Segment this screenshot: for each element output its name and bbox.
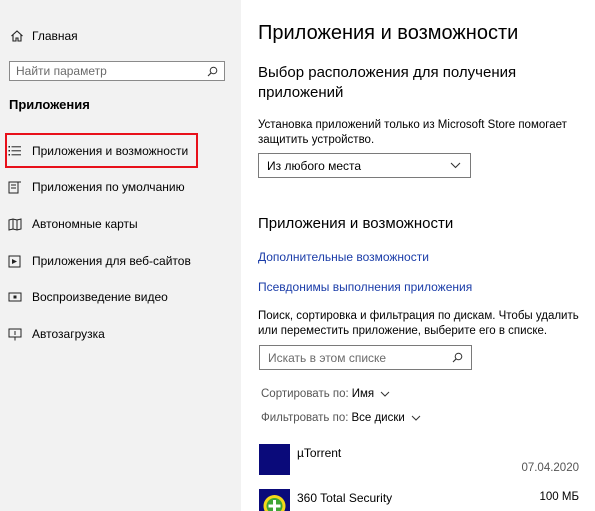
- optional-features-link[interactable]: Дополнительные возможности: [258, 250, 429, 264]
- filter-by-control[interactable]: Фильтровать по: Все диски: [261, 412, 421, 424]
- home-link[interactable]: Главная: [10, 26, 230, 46]
- settings-search-input[interactable]: [16, 64, 204, 78]
- sidebar-item-label: Приложения и возможности: [32, 144, 189, 158]
- app-size: 100 МБ: [539, 491, 579, 503]
- list-icon: [8, 145, 26, 157]
- home-label: Главная: [32, 29, 78, 43]
- app-execution-aliases-link[interactable]: Псевдонимы выполнения приложения: [258, 280, 472, 294]
- apps-features-heading: Приложения и возможности: [258, 215, 454, 232]
- location-description: Установка приложений только из Microsoft…: [258, 119, 567, 146]
- chevron-down-icon: [380, 391, 390, 397]
- filter-label: Фильтровать по:: [261, 412, 349, 424]
- sidebar-item-startup[interactable]: Автозагрузка: [8, 324, 233, 344]
- app-install-date: 07.04.2020: [521, 462, 579, 474]
- filter-value: Все диски: [351, 412, 405, 424]
- sidebar-item-label: Приложения для веб-сайтов: [32, 254, 191, 268]
- sort-by-control[interactable]: Сортировать по: Имя: [261, 388, 390, 400]
- sidebar-item-apps-features[interactable]: Приложения и возможности: [8, 141, 233, 161]
- sidebar-item-label: Автономные карты: [32, 217, 138, 231]
- search-icon[interactable]: [204, 66, 218, 77]
- app-list-search-box[interactable]: [259, 345, 472, 370]
- sidebar-item-label: Автозагрузка: [32, 327, 105, 341]
- search-description: Поиск, сортировка и фильтрация по дискам…: [258, 310, 579, 337]
- app-name: 360 Total Security: [297, 491, 393, 505]
- map-icon: [8, 217, 26, 231]
- chevron-down-icon: [450, 162, 462, 169]
- app-name: µTorrent: [297, 446, 342, 460]
- web-link-icon: [8, 255, 26, 268]
- sidebar-item-label: Приложения по умолчанию: [32, 180, 185, 194]
- home-icon: [10, 29, 28, 43]
- main-content: Приложения и возможности Выбор расположе…: [241, 0, 595, 511]
- chevron-down-icon: [411, 415, 421, 421]
- default-apps-icon: [8, 181, 26, 194]
- utorrent-icon: [259, 444, 290, 475]
- startup-icon: [8, 328, 26, 341]
- sort-label: Сортировать по:: [261, 388, 349, 400]
- sidebar-section-title: Приложения: [9, 97, 90, 112]
- location-heading: Выбор расположения для получения приложе…: [258, 64, 517, 101]
- settings-search-box[interactable]: [9, 61, 225, 81]
- sidebar-item-label: Воспроизведение видео: [32, 290, 168, 304]
- sidebar: Главная Приложения: [0, 0, 241, 511]
- sidebar-item-offline-maps[interactable]: Автономные карты: [8, 214, 233, 234]
- search-icon[interactable]: [449, 352, 463, 363]
- settings-window: Главная Приложения: [0, 0, 595, 511]
- app-source-dropdown[interactable]: Из любого места: [258, 153, 471, 178]
- app-list-search-input[interactable]: [268, 350, 449, 365]
- sort-value: Имя: [351, 388, 375, 400]
- app-source-value: Из любого места: [267, 158, 362, 173]
- video-icon: [8, 291, 26, 303]
- page-title: Приложения и возможности: [258, 22, 519, 44]
- sidebar-item-web-apps[interactable]: Приложения для веб-сайтов: [8, 251, 233, 271]
- sidebar-item-video-playback[interactable]: Воспроизведение видео: [8, 287, 233, 307]
- sidebar-item-default-apps[interactable]: Приложения по умолчанию: [8, 177, 233, 197]
- 360-total-security-icon: [259, 489, 290, 511]
